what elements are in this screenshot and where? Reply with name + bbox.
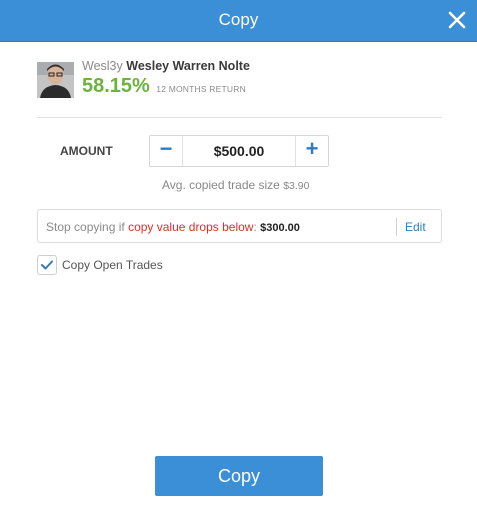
copy-open-trades-label[interactable]: Copy Open Trades — [62, 258, 163, 272]
copy-open-trades-option: Copy Open Trades — [37, 255, 237, 275]
amount-input[interactable] — [184, 138, 294, 164]
copy-open-trades-checkbox[interactable] — [37, 255, 57, 275]
trader-handle: Wesl3y — [82, 59, 123, 73]
trader-full-name: Wesley Warren Nolte — [126, 59, 250, 73]
stop-loss-value: $300.00 — [260, 222, 300, 234]
dialog-header: Copy — [0, 0, 477, 42]
avg-trade-size: Avg. copied trade size $3.90 — [162, 178, 309, 192]
stop-loss-condition: copy value drops below — [128, 220, 254, 234]
return-period-label: 12 MONTHS RETURN — [156, 84, 246, 94]
edit-stop-loss-link[interactable]: Edit — [405, 220, 426, 234]
stop-loss-text: Stop copying if copy value drops below: … — [46, 220, 300, 234]
amount-stepper: − + — [149, 135, 329, 167]
stop-loss-prefix: Stop copying if — [46, 220, 129, 234]
close-button[interactable] — [447, 10, 467, 30]
close-icon — [447, 10, 467, 30]
copy-button[interactable]: Copy — [155, 456, 323, 496]
return-percentage: 58.15% — [82, 75, 150, 97]
return-summary: 58.15% 12 MONTHS RETURN — [82, 75, 246, 98]
trader-name: Wesl3y Wesley Warren Nolte — [82, 59, 250, 73]
stop-loss-box: Stop copying if copy value drops below: … — [37, 209, 442, 243]
decrease-amount-button[interactable]: − — [150, 136, 183, 166]
avg-trade-size-label: Avg. copied trade size — [162, 178, 280, 192]
avg-trade-size-value: $3.90 — [283, 180, 310, 192]
trader-avatar — [37, 62, 74, 98]
trader-profile: Wesl3y Wesley Warren Nolte 58.15% 12 MON… — [37, 59, 437, 99]
dialog-title: Copy — [218, 10, 259, 29]
edit-separator — [396, 218, 397, 236]
increase-amount-button[interactable]: + — [295, 136, 328, 166]
amount-label: AMOUNT — [60, 144, 113, 158]
section-divider — [37, 117, 442, 118]
